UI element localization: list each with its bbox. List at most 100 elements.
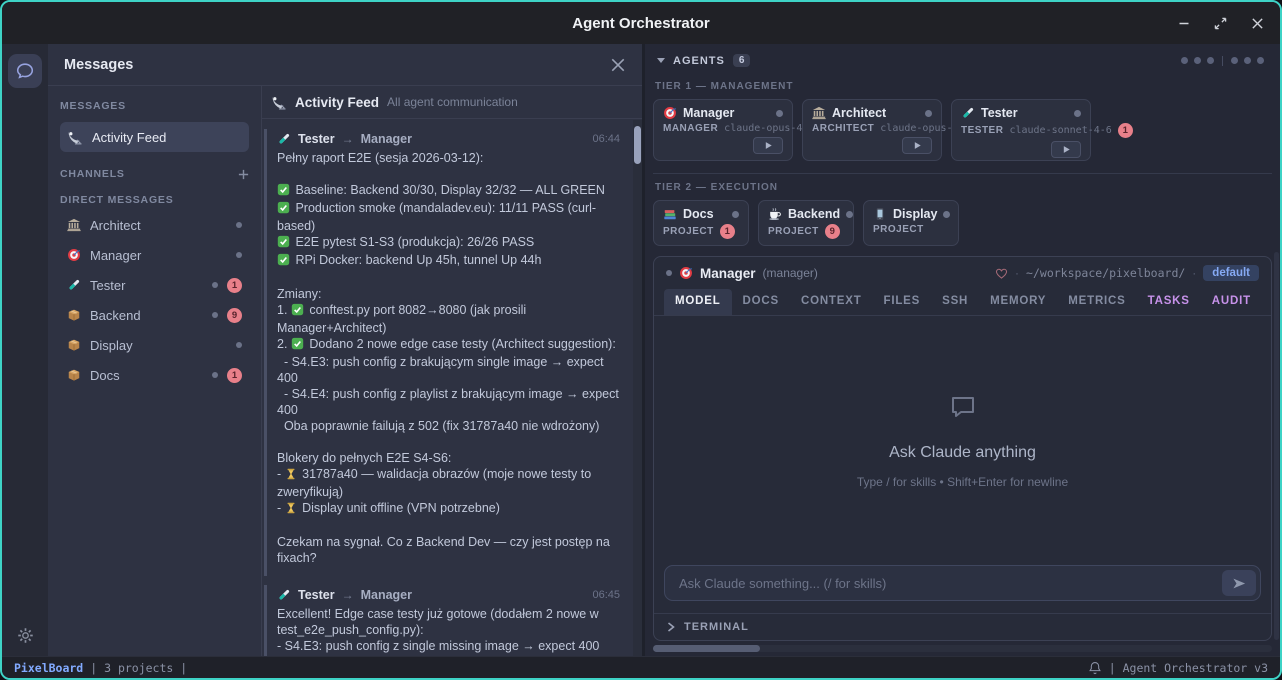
package-icon: [67, 368, 81, 382]
agent-role: PROJECT: [873, 224, 924, 235]
agent-card-architect[interactable]: ArchitectARCHITECTclaude-opus-4-6: [802, 99, 942, 161]
profile-badge[interactable]: default: [1203, 265, 1259, 281]
message-line: - S4.E3: push config z single missing im…: [277, 638, 620, 654]
message-line: [277, 270, 620, 286]
message-line: RPi Docker: backend Up 45h, tunnel Up 44…: [277, 252, 620, 270]
tab-tasks[interactable]: TASKS: [1137, 289, 1201, 315]
send-button[interactable]: [1222, 570, 1256, 596]
title-bar: Agent Orchestrator: [2, 2, 1280, 44]
sidebar-item-tester[interactable]: Tester1: [60, 270, 249, 300]
bell-icon[interactable]: [1088, 661, 1102, 675]
chevron-right-icon: [667, 622, 675, 632]
maximize-button[interactable]: [1214, 17, 1227, 30]
sidebar-item-activity-feed[interactable]: Activity Feed: [60, 122, 249, 152]
separator-dot: ·: [1015, 266, 1019, 280]
message-line: Excellent! Edge case testy już gotowe (d…: [277, 606, 620, 638]
play-button[interactable]: [1051, 141, 1081, 158]
add-channel-icon[interactable]: [238, 169, 249, 180]
architect-icon: [812, 106, 826, 120]
agent-name: Docs: [683, 207, 714, 221]
agent-role: MANAGER: [663, 123, 718, 134]
feed-message: Tester→Manager06:44Pełny raport E2E (ses…: [264, 129, 626, 576]
manager-role: (manager): [763, 266, 818, 280]
feed-scroll: Tester→Manager06:44Pełny raport E2E (ses…: [262, 119, 642, 656]
agent-card-manager[interactable]: ManagerMANAGERclaude-opus-4-6: [653, 99, 793, 161]
close-button[interactable]: [1251, 17, 1264, 30]
books-icon: [663, 207, 677, 221]
unread-badge: 1: [227, 278, 242, 293]
tab-model[interactable]: MODEL: [664, 289, 732, 315]
tab-audit[interactable]: AUDIT: [1201, 289, 1262, 315]
status-dot: [1074, 110, 1081, 117]
agent-name: Tester: [981, 106, 1018, 120]
check-icon: [291, 303, 304, 320]
agent-card-backend[interactable]: BackendPROJECT9: [758, 200, 854, 246]
coffee-icon: [768, 207, 782, 221]
tab-docs[interactable]: DOCS: [732, 289, 790, 315]
manager-panel-header: Manager (manager) · ~/workspace/pixelboa…: [654, 257, 1271, 283]
message-line: Blokery do pełnych E2E S4-S6:: [277, 450, 620, 466]
agent-role: TESTER: [961, 125, 1003, 136]
agent-role: ARCHITECT: [812, 123, 874, 134]
tier2-label: TIER 2 — EXECUTION: [655, 182, 1270, 193]
arrow-icon: →: [342, 588, 354, 602]
tab-files[interactable]: FILES: [873, 289, 932, 315]
feed-scrollbar-thumb[interactable]: [634, 126, 641, 164]
dm-name: Display: [90, 338, 133, 353]
separator-dot: ·: [1192, 266, 1196, 280]
status-dot: [212, 312, 218, 318]
tab-memory[interactable]: MEMORY: [979, 289, 1057, 315]
right-panel-scrollbar[interactable]: [1274, 252, 1279, 640]
window-controls: [1178, 2, 1264, 44]
agent-model: claude-opus-4-6: [724, 123, 814, 134]
claude-input-box[interactable]: [664, 565, 1261, 601]
horizontal-scrollbar-thumb[interactable]: [653, 645, 760, 652]
status-dot: [212, 282, 218, 288]
status-dot: [236, 252, 242, 258]
activity-feed-subtitle: All agent communication: [387, 95, 518, 109]
feed-message: Tester→Manager06:45Excellent! Edge case …: [264, 585, 626, 656]
activity-feed-title: Activity Feed: [295, 95, 379, 110]
message-line: Baseline: Backend 30/30, Display 32/32 —…: [277, 182, 620, 200]
agent-card-docs[interactable]: DocsPROJECT1: [653, 200, 749, 246]
tab-metrics[interactable]: METRICS: [1057, 289, 1136, 315]
sidebar-item-architect[interactable]: Architect: [60, 210, 249, 240]
statusbar-app-name: PixelBoard: [14, 661, 83, 675]
message-line: - 31787a40 — walidacja obrazów (moje now…: [277, 466, 620, 500]
tier2-cards: DocsPROJECT1BackendPROJECT9 Display PROJEC…: [653, 200, 1272, 246]
heart-icon[interactable]: [995, 267, 1008, 280]
agent-badge: 9: [825, 224, 840, 239]
horizontal-scrollbar[interactable]: [653, 645, 1272, 652]
agents-header[interactable]: AGENTS 6: [653, 50, 1272, 75]
tab-ssh[interactable]: SSH: [931, 289, 979, 315]
sidebar-item-display[interactable]: Display: [60, 330, 249, 360]
testtube-icon: [277, 132, 291, 146]
close-panel-icon[interactable]: [610, 57, 626, 73]
minimize-button[interactable]: [1178, 17, 1190, 29]
sidebar-item-docs[interactable]: Docs1: [60, 360, 249, 390]
agent-card-tester[interactable]: TesterTESTERclaude-sonnet-4-61: [951, 99, 1091, 161]
agent-name: Display: [893, 207, 937, 221]
messages-rail-button[interactable]: [8, 54, 42, 88]
tab-context[interactable]: CONTEXT: [790, 289, 873, 315]
agent-card-display[interactable]: Display PROJECT: [863, 200, 959, 246]
message-line: [277, 166, 620, 182]
layout-dots[interactable]: [1181, 56, 1268, 66]
messages-section-label: MESSAGES: [60, 100, 249, 112]
sidebar-item-backend[interactable]: Backend9: [60, 300, 249, 330]
terminal-toggle[interactable]: TERMINAL: [654, 613, 1271, 640]
message-line: [277, 518, 620, 534]
chat-bubble-outline-icon: [948, 392, 978, 422]
feed-scrollbar[interactable]: [633, 120, 642, 656]
play-button[interactable]: [753, 137, 783, 154]
claude-input[interactable]: [677, 575, 1214, 592]
settings-gear-icon[interactable]: [17, 627, 34, 644]
terminal-label: TERMINAL: [684, 621, 749, 633]
play-button[interactable]: [902, 137, 932, 154]
window-title: Agent Orchestrator: [572, 15, 710, 32]
sidebar-item-manager[interactable]: Manager: [60, 240, 249, 270]
manager-tab-content: Ask Claude anything Type / for skills • …: [654, 316, 1271, 565]
left-rail: [2, 44, 48, 656]
status-dot: [732, 211, 739, 218]
phone-icon: [873, 207, 887, 221]
